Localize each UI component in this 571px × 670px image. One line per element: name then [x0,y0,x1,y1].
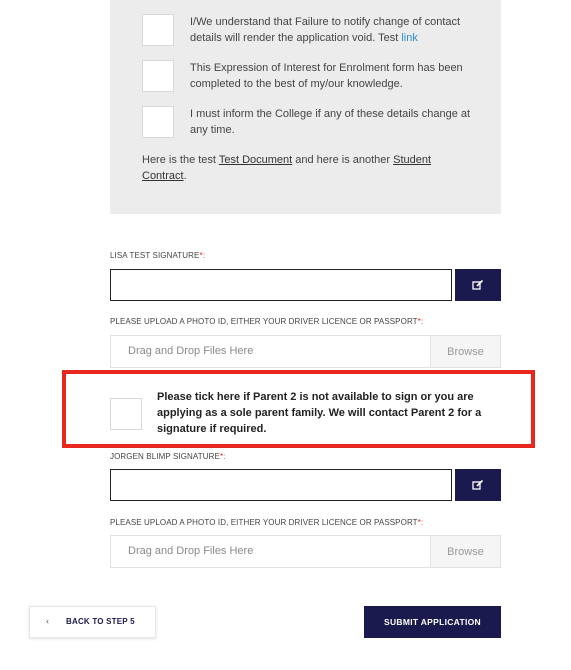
upload1-browse-button[interactable]: Browse [430,336,500,367]
upload2-dropzone[interactable]: Drag and Drop Files Here Browse [110,535,501,568]
submit-button-label: SUBMIT APPLICATION [383,617,481,627]
signature1-label: LISA TEST SIGNATURE*: [110,251,206,260]
signature1-edit-button[interactable] [455,269,501,301]
required-mark: *: [199,251,206,260]
signature2-field[interactable] [110,469,452,501]
required-mark: *: [417,518,424,527]
declaration-checkbox-inform[interactable] [142,106,174,138]
declaration-label: I/We understand that Failure to notify c… [190,16,461,44]
signature2-label: JORGEN BLIMP SIGNATURE*: [110,452,226,461]
dropzone-text: Drag and Drop Files Here [128,345,254,357]
upload2-label: PLEASE UPLOAD A PHOTO ID, EITHER YOUR DR… [110,518,424,527]
declaration-label: I must inform the College if any of thes… [190,108,471,136]
signature2-edit-button[interactable] [455,469,501,501]
chevron-left-icon: ‹ [46,616,49,626]
declarations-panel: I/We understand that Failure to notify c… [110,0,501,214]
required-mark: *: [219,452,226,461]
edit-icon [472,479,484,490]
upload2-browse-button[interactable]: Browse [430,536,500,567]
upload1-label: PLEASE UPLOAD A PHOTO ID, EITHER YOUR DR… [110,317,424,326]
declaration-label: This Expression of Interest for Enrolmen… [190,62,463,90]
back-button-label: BACK TO STEP 5 [66,617,135,626]
required-mark: *: [417,317,424,326]
submit-application-button[interactable]: SUBMIT APPLICATION [364,606,501,638]
documents-note: Here is the test Test Document and here … [142,154,432,182]
test-link[interactable]: link [401,32,418,44]
back-to-step-button[interactable]: ‹ BACK TO STEP 5 [29,606,156,638]
upload1-dropzone[interactable]: Drag and Drop Files Here Browse [110,335,501,368]
declaration-checkbox-knowledge[interactable] [142,60,174,92]
declaration-checkbox-contact[interactable] [142,14,174,46]
edit-icon [472,279,484,290]
parent2-unavailable-checkbox[interactable] [110,398,142,430]
parent2-unavailable-label: Please tick here if Parent 2 is not avai… [157,391,482,435]
signature1-field[interactable] [110,269,452,301]
test-document-link[interactable]: Test Document [219,154,292,166]
dropzone-text: Drag and Drop Files Here [128,545,254,557]
